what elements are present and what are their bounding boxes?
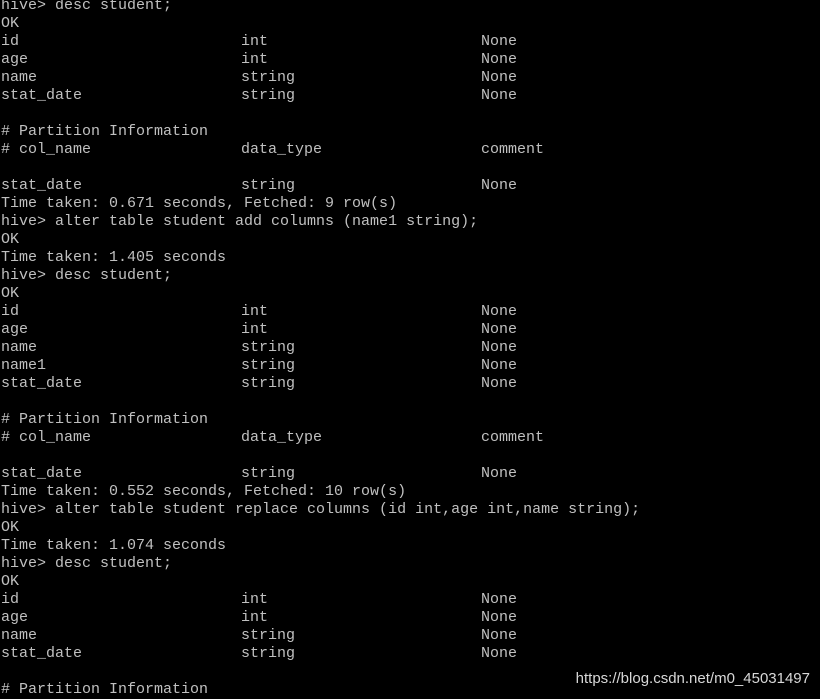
table-cell: age — [1, 321, 29, 338]
table-cell: None — [481, 357, 518, 374]
table-cell: string — [241, 177, 296, 194]
output-line: OK — [1, 285, 20, 302]
command-line: hive> desc student; — [1, 267, 173, 284]
table-cell: # col_name — [1, 141, 92, 158]
table-cell: None — [481, 69, 518, 86]
output-line: OK — [1, 519, 20, 536]
table-cell: None — [481, 303, 518, 320]
table-cell: string — [241, 465, 296, 482]
table-cell: string — [241, 69, 296, 86]
table-cell: age — [1, 609, 29, 626]
table-cell: None — [481, 339, 518, 356]
terminal-output[interactable]: hive> desc student; OK id int None age int None… — [0, 0, 820, 699]
table-cell: int — [241, 51, 269, 68]
table-cell: name — [1, 69, 38, 86]
table-cell: None — [481, 375, 518, 392]
table-cell: id — [1, 33, 20, 50]
output-line: Time taken: 0.552 seconds, Fetched: 10 r… — [1, 483, 407, 500]
table-cell: name1 — [1, 357, 47, 374]
table-cell: None — [481, 87, 518, 104]
table-cell: stat_date — [1, 645, 83, 662]
table-cell: int — [241, 33, 269, 50]
command-line: hive> desc student; — [1, 0, 173, 14]
table-cell: comment — [481, 429, 545, 446]
table-cell: None — [481, 465, 518, 482]
table-cell: # col_name — [1, 429, 92, 446]
table-cell: string — [241, 627, 296, 644]
output-line: Time taken: 0.671 seconds, Fetched: 9 ro… — [1, 195, 398, 212]
table-cell: comment — [481, 141, 545, 158]
table-cell: int — [241, 303, 269, 320]
output-line: # Partition Information — [1, 411, 209, 428]
table-cell: stat_date — [1, 177, 83, 194]
command-line: hive> desc student; — [1, 555, 173, 572]
table-cell: int — [241, 591, 269, 608]
table-cell: string — [241, 375, 296, 392]
table-cell: stat_date — [1, 375, 83, 392]
table-cell: name — [1, 627, 38, 644]
table-cell: None — [481, 33, 518, 50]
table-cell: None — [481, 645, 518, 662]
table-cell: stat_date — [1, 87, 83, 104]
table-cell: string — [241, 87, 296, 104]
output-line: # Partition Information — [1, 681, 209, 698]
watermark: https://blog.csdn.net/m0_45031497 — [575, 670, 810, 687]
table-cell: string — [241, 645, 296, 662]
table-cell: None — [481, 177, 518, 194]
table-cell: None — [481, 591, 518, 608]
output-line: OK — [1, 231, 20, 248]
output-line: OK — [1, 573, 20, 590]
table-cell: int — [241, 609, 269, 626]
output-line: OK — [1, 15, 20, 32]
table-cell: stat_date — [1, 465, 83, 482]
table-cell: name — [1, 339, 38, 356]
output-line: Time taken: 1.405 seconds — [1, 249, 227, 266]
output-line: # Partition Information — [1, 123, 209, 140]
table-cell: data_type — [241, 429, 323, 446]
table-cell: id — [1, 591, 20, 608]
table-cell: string — [241, 357, 296, 374]
table-cell: None — [481, 51, 518, 68]
command-line: hive> alter table student add columns (n… — [1, 213, 479, 230]
table-cell: None — [481, 609, 518, 626]
table-cell: None — [481, 627, 518, 644]
command-line: hive> alter table student replace column… — [1, 501, 641, 518]
table-cell: age — [1, 51, 29, 68]
table-cell: data_type — [241, 141, 323, 158]
table-cell: int — [241, 321, 269, 338]
table-cell: None — [481, 321, 518, 338]
table-cell: string — [241, 339, 296, 356]
output-line: Time taken: 1.074 seconds — [1, 537, 227, 554]
table-cell: id — [1, 303, 20, 320]
